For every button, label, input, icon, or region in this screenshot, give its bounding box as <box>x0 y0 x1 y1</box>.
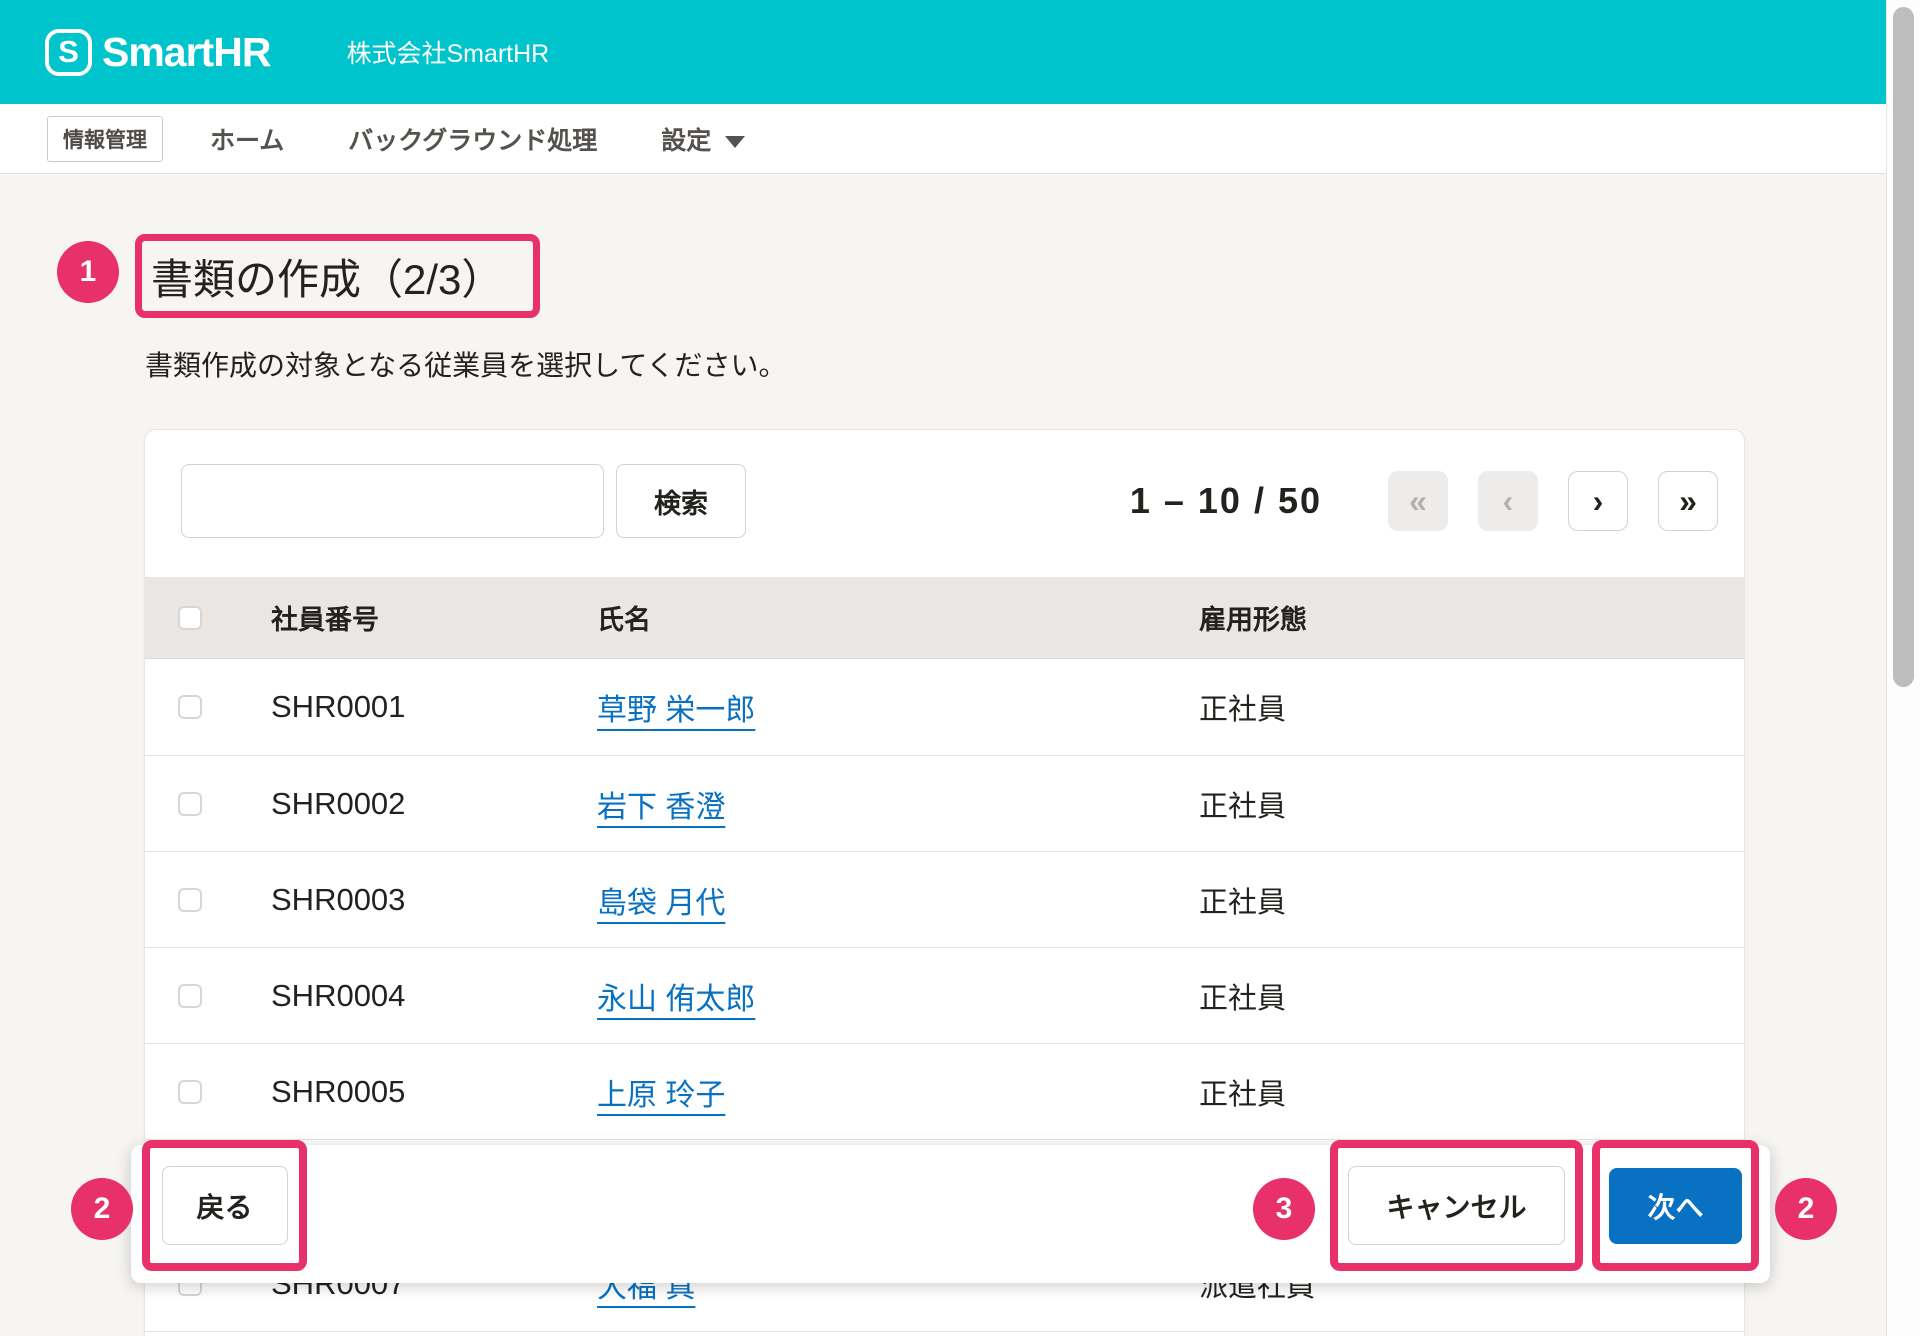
pagination-range: 1 – 10 / 50 <box>1129 480 1322 521</box>
scrollbar-thumb[interactable] <box>1893 7 1914 687</box>
title-annotation-box: 書類の作成（2/3） <box>135 234 540 318</box>
column-header-employee-id: 社員番号 <box>271 605 379 635</box>
row-checkbox[interactable] <box>178 791 202 816</box>
app-badge-info-management: 情報管理 <box>47 115 163 162</box>
row-checkbox[interactable] <box>178 695 202 719</box>
table-row: SHR0004 永山 侑太郎 正社員 <box>145 947 1744 1043</box>
back-annotation-box: 戻る <box>142 1140 307 1271</box>
employment-type: 正社員 <box>1199 1078 1287 1111</box>
cancel-annotation-box: キャンセル <box>1330 1140 1583 1271</box>
pagination-last-button[interactable]: » <box>1658 471 1718 531</box>
employee-name-link[interactable]: 岩下 香澄 <box>597 791 725 824</box>
table-row: SHR0002 岩下 香澄 正社員 <box>145 755 1744 851</box>
cancel-button[interactable]: キャンセル <box>1348 1166 1565 1245</box>
smarthr-logo[interactable]: S SmartHR <box>45 28 271 76</box>
smarthr-window: S SmartHR 株式会社SmartHR 情報管理 ホーム バックグラウンド処… <box>0 0 1920 1336</box>
table-row: SHR0001 草野 栄一郎 正社員 <box>145 659 1744 755</box>
nav-item-background-jobs[interactable]: バックグラウンド処理 <box>348 121 597 157</box>
annotation-step-1-label: 1 <box>79 255 97 288</box>
table-row: SHR0005 上原 玲子 正社員 <box>145 1043 1744 1139</box>
employment-type: 正社員 <box>1199 982 1287 1015</box>
row-checkbox[interactable] <box>178 1079 202 1104</box>
annotation-step-2-next: 2 <box>1775 1178 1837 1240</box>
annotation-step-2-back-label: 2 <box>93 1192 111 1225</box>
next-annotation-box: 次へ <box>1592 1140 1759 1271</box>
pagination-first-button: « <box>1388 471 1448 531</box>
row-checkbox[interactable] <box>178 887 202 912</box>
employee-id: SHR0005 <box>271 1073 406 1109</box>
chevron-down-icon <box>725 135 746 148</box>
page-subtitle: 書類作成の対象となる従業員を選択してください。 <box>145 350 787 381</box>
scrollbar-track[interactable] <box>1886 0 1920 1336</box>
select-all-checkbox[interactable] <box>178 605 202 630</box>
employment-type: 正社員 <box>1199 790 1287 823</box>
app-header: S SmartHR 株式会社SmartHR <box>0 0 1886 104</box>
employee-name-link[interactable]: 上原 玲子 <box>597 1079 725 1112</box>
company-name: 株式会社SmartHR <box>346 40 550 68</box>
pagination-next-button[interactable]: › <box>1568 471 1628 531</box>
employment-type: 正社員 <box>1199 694 1287 726</box>
pagination: 1 – 10 / 50 « ‹ › » <box>1130 464 1718 538</box>
smarthr-logo-icon: S <box>45 28 92 76</box>
employee-id: SHR0004 <box>271 977 406 1013</box>
employment-type: 正社員 <box>1199 886 1287 919</box>
column-header-name: 氏名 <box>597 605 651 635</box>
search-input[interactable] <box>181 464 604 538</box>
table-row <box>145 1331 1744 1336</box>
smarthr-logo-text: SmartHR <box>102 28 271 75</box>
page-title: 書類の作成（2/3） <box>151 255 504 303</box>
global-nav: 情報管理 ホーム バックグラウンド処理 設定 <box>0 104 1886 174</box>
nav-item-settings-label: 設定 <box>661 126 712 155</box>
nav-item-home[interactable]: ホーム <box>210 121 284 157</box>
employee-id: SHR0003 <box>271 881 406 917</box>
annotation-step-3-cancel: 3 <box>1253 1178 1315 1240</box>
nav-item-settings[interactable]: 設定 <box>661 121 746 157</box>
employee-name-link[interactable]: 永山 侑太郎 <box>597 983 755 1016</box>
table-toolbar: 検索 1 – 10 / 50 « ‹ › » <box>145 430 1744 577</box>
employee-name-link[interactable]: 島袋 月代 <box>597 887 725 920</box>
row-checkbox[interactable] <box>178 983 202 1008</box>
column-header-employment-type: 雇用形態 <box>1199 605 1307 635</box>
table-row: SHR0003 島袋 月代 正社員 <box>145 851 1744 947</box>
search-button[interactable]: 検索 <box>616 464 746 538</box>
action-footer: 戻る キャンセル 次へ <box>131 1140 1770 1283</box>
annotation-step-1: 1 <box>57 241 119 303</box>
annotation-step-3-cancel-label: 3 <box>1275 1192 1293 1225</box>
table-header-row: 社員番号 氏名 雇用形態 <box>145 577 1744 659</box>
employee-id: SHR0001 <box>271 689 406 724</box>
annotation-step-2-next-label: 2 <box>1797 1192 1815 1225</box>
next-button[interactable]: 次へ <box>1609 1167 1742 1244</box>
back-button[interactable]: 戻る <box>161 1166 288 1245</box>
pagination-prev-button: ‹ <box>1478 471 1538 531</box>
employee-id: SHR0002 <box>271 785 406 821</box>
annotation-step-2-back: 2 <box>71 1178 133 1240</box>
employee-name-link[interactable]: 草野 栄一郎 <box>597 694 755 727</box>
